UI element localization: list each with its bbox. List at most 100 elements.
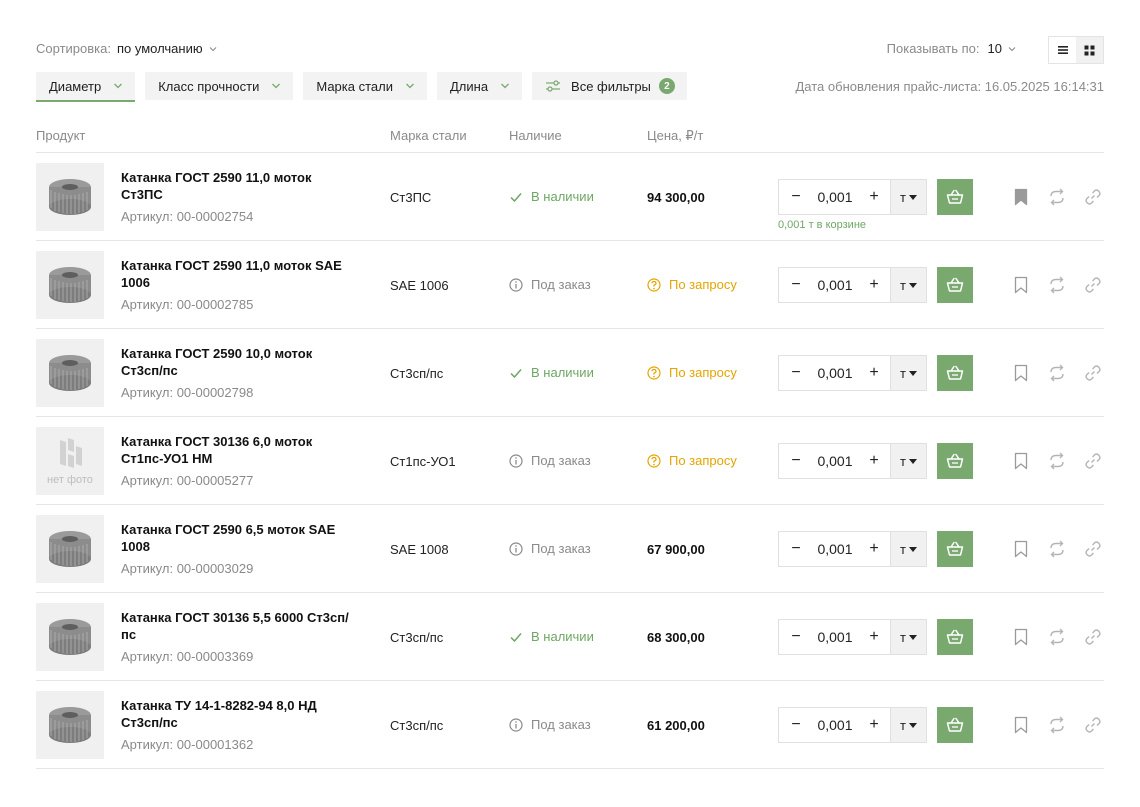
unit-value: т (900, 189, 906, 205)
column-availability: Наличие (509, 128, 562, 143)
bookmark-button[interactable] (1011, 539, 1031, 559)
sort-select[interactable]: Сортировка: по умолчанию (36, 41, 217, 56)
decrease-button[interactable]: − (779, 532, 813, 566)
unit-select[interactable]: т (890, 268, 926, 302)
product-image[interactable] (36, 339, 104, 407)
steel-grade: Ст1пс-УО1 (390, 454, 456, 469)
copy-link-button[interactable] (1083, 627, 1103, 647)
increase-button[interactable]: + (857, 708, 891, 742)
copy-link-button[interactable] (1083, 363, 1103, 383)
product-name-link[interactable]: Катанка ТУ 14-1-8282-94 8,0 НД Ст3сп/пс (121, 697, 351, 731)
copy-link-button[interactable] (1083, 451, 1103, 471)
decrease-button[interactable]: − (779, 268, 813, 302)
increase-button[interactable]: + (857, 268, 891, 302)
filter-strength-class[interactable]: Класс прочности (145, 72, 294, 100)
compare-button[interactable] (1047, 275, 1067, 295)
quantity-input[interactable]: 0,001 (813, 365, 857, 381)
product-name-link[interactable]: Катанка ГОСТ 30136 6,0 моток Ст1пс-УО1 Н… (121, 433, 351, 467)
decrease-button[interactable]: − (779, 356, 813, 390)
price-label[interactable]: По запросу (669, 277, 737, 292)
product-image[interactable] (36, 515, 104, 583)
increase-button[interactable]: + (857, 444, 891, 478)
compare-button[interactable] (1047, 539, 1067, 559)
page-size-select[interactable]: Показывать по: 10 (887, 41, 1016, 56)
quantity-input[interactable]: 0,001 (813, 277, 857, 293)
bookmark-button[interactable] (1011, 187, 1031, 207)
quantity-input[interactable]: 0,001 (813, 717, 857, 733)
copy-link-button[interactable] (1083, 715, 1103, 735)
all-filters-label: Все фильтры (571, 78, 651, 94)
filter-length[interactable]: Длина (436, 72, 523, 100)
add-to-cart-button[interactable] (937, 355, 973, 391)
bookmark-icon (1014, 628, 1028, 646)
price-label[interactable]: По запросу (669, 453, 737, 468)
decrease-button[interactable]: − (779, 620, 813, 654)
bookmark-button[interactable] (1011, 363, 1031, 383)
product-image[interactable]: нет фото (36, 427, 104, 495)
product-name-link[interactable]: Катанка ГОСТ 30136 5,5 6000 Ст3сп/пс (121, 609, 351, 643)
grid-view-button[interactable] (1076, 37, 1103, 63)
unit-select[interactable]: т (890, 532, 926, 566)
add-to-cart-button[interactable] (937, 619, 973, 655)
compare-button[interactable] (1047, 363, 1067, 383)
filter-steel-grade[interactable]: Марка стали (303, 72, 427, 100)
decrease-button[interactable]: − (779, 708, 813, 742)
add-to-cart-button[interactable] (937, 531, 973, 567)
unit-select[interactable]: т (890, 180, 926, 214)
product-image[interactable] (36, 691, 104, 759)
increase-button[interactable]: + (857, 620, 891, 654)
compare-button[interactable] (1047, 451, 1067, 471)
product-name-link[interactable]: Катанка ГОСТ 2590 10,0 моток Ст3сп/пс (121, 345, 351, 379)
price-label[interactable]: По запросу (669, 365, 737, 380)
unit-select[interactable]: т (890, 708, 926, 742)
bookmark-button[interactable] (1011, 627, 1031, 647)
increase-button[interactable]: + (857, 356, 891, 390)
compare-button[interactable] (1047, 187, 1067, 207)
copy-link-button[interactable] (1083, 539, 1103, 559)
quantity-input[interactable]: 0,001 (813, 541, 857, 557)
question-icon (647, 277, 661, 292)
unit-select[interactable]: т (890, 356, 926, 390)
unit-select[interactable]: т (890, 444, 926, 478)
product-image[interactable] (36, 603, 104, 671)
product-name-link[interactable]: Катанка ГОСТ 2590 6,5 моток SAE 1008 (121, 521, 351, 555)
product-image[interactable] (36, 251, 104, 319)
add-to-cart-button[interactable] (937, 267, 973, 303)
bookmark-button[interactable] (1011, 275, 1031, 295)
quantity-input[interactable]: 0,001 (813, 629, 857, 645)
product-name-link[interactable]: Катанка ГОСТ 2590 11,0 моток Ст3ПС (121, 169, 351, 203)
price-on-request[interactable]: По запросу (647, 277, 737, 292)
unit-select[interactable]: т (890, 620, 926, 654)
bookmark-button[interactable] (1011, 451, 1031, 471)
filter-diameter[interactable]: Диаметр (36, 72, 136, 102)
sort-value[interactable]: по умолчанию (117, 41, 203, 56)
decrease-button[interactable]: − (779, 444, 813, 478)
add-to-cart-button[interactable] (937, 707, 973, 743)
compare-button[interactable] (1047, 715, 1067, 735)
bookmark-icon (1014, 276, 1028, 294)
quantity-input[interactable]: 0,001 (813, 453, 857, 469)
quantity-stepper: −0,001 + т (778, 531, 927, 567)
compare-button[interactable] (1047, 627, 1067, 647)
page-size-value[interactable]: 10 (988, 41, 1002, 56)
all-filters-button[interactable]: Все фильтры 2 (532, 72, 687, 100)
copy-link-button[interactable] (1083, 187, 1103, 207)
steel-grade: Ст3сп/пс (390, 718, 444, 733)
decrease-button[interactable]: − (779, 180, 813, 214)
page-size-label: Показывать по: (886, 41, 980, 56)
add-to-cart-button[interactable] (937, 179, 973, 215)
product-name-link[interactable]: Катанка ГОСТ 2590 11,0 моток SAE 1006 (121, 257, 351, 291)
copy-link-button[interactable] (1083, 275, 1103, 295)
increase-button[interactable]: + (857, 180, 891, 214)
compare-icon (1050, 628, 1064, 646)
list-view-button[interactable] (1049, 37, 1076, 63)
link-icon (1085, 541, 1101, 557)
bookmark-button[interactable] (1011, 715, 1031, 735)
product-image[interactable] (36, 163, 104, 231)
quantity-input[interactable]: 0,001 (813, 189, 857, 205)
add-to-cart-button[interactable] (937, 443, 973, 479)
price-list-updated: Дата обновления прайс-листа: 16.05.2025 … (796, 79, 1105, 94)
increase-button[interactable]: + (857, 532, 891, 566)
price-on-request[interactable]: По запросу (647, 365, 737, 380)
price-on-request[interactable]: По запросу (647, 453, 737, 468)
